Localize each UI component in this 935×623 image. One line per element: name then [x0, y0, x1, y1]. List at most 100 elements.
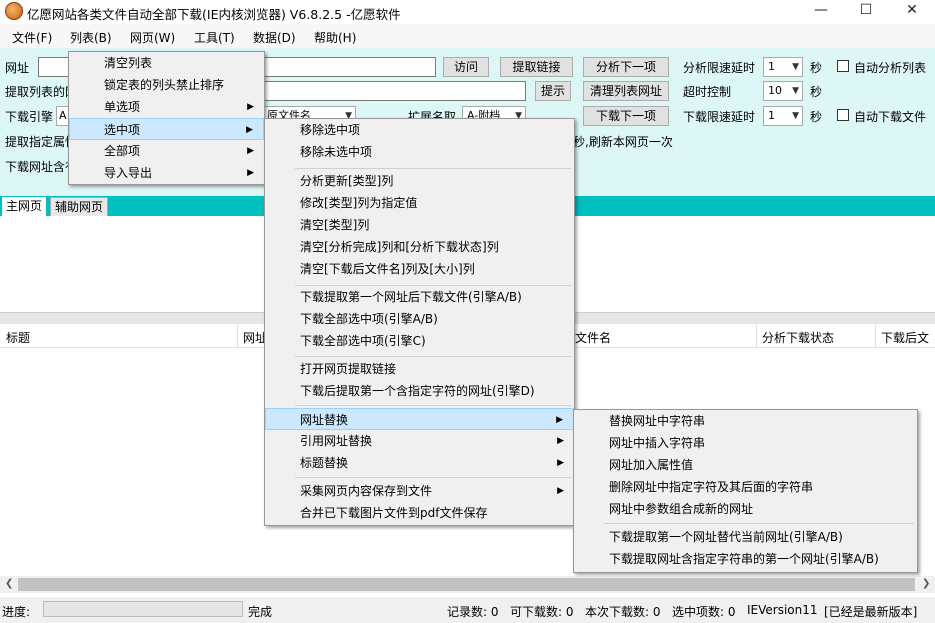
menu-item-clear-list[interactable]: 清空列表 — [69, 52, 264, 74]
menu-webpage[interactable]: 网页(W) — [130, 29, 175, 46]
menu-help[interactable]: 帮助(H) — [314, 29, 356, 46]
timeout-value: 10 — [768, 84, 782, 97]
extract-links-button[interactable]: 提取链接 — [500, 57, 573, 77]
menu-item-combine-params[interactable]: 网址中参数组合成新的网址 — [574, 498, 917, 520]
latest-version-status: [已经是最新版本] — [824, 605, 918, 619]
menu-list[interactable]: 列表(B) — [70, 29, 112, 46]
menu-item-clear-filename[interactable]: 清空[下载后文件名]列及[大小]列 — [265, 258, 574, 280]
hint-button[interactable]: 提示 — [535, 81, 571, 101]
chevron-down-icon: ▼ — [792, 62, 799, 72]
menu-item-remove-selected[interactable]: 移除选中项 — [265, 119, 574, 141]
menu-item-label: 导入导出 — [104, 166, 153, 180]
auto-download-checkbox[interactable] — [837, 109, 849, 121]
extract-attr-label: 提取指定属性 — [5, 135, 78, 149]
menu-separator — [295, 356, 571, 357]
analyze-delay-label: 分析限速延时 — [683, 61, 756, 75]
menu-item-clear-type[interactable]: 清空[类型]列 — [265, 214, 574, 236]
column-status[interactable]: 分析下载状态 — [762, 329, 834, 346]
submenu-arrow-icon: ▶ — [247, 168, 254, 178]
menu-item-merge-pdf[interactable]: 合并已下载图片文件到pdf文件保存 — [265, 502, 574, 524]
seconds-label: 秒 — [810, 110, 823, 124]
menu-item-label: 选中项 — [104, 123, 141, 137]
menu-item-all[interactable]: 全部项 ▶ — [69, 140, 264, 162]
refresh-label: 秒,刷新本网页一次 — [573, 135, 673, 149]
download-delay-label: 下载限速延时 — [683, 110, 756, 124]
menu-item-url-replace[interactable]: 网址替换 ▶ — [265, 408, 574, 430]
menu-item-modify-type[interactable]: 修改[类型]列为指定值 — [265, 192, 574, 214]
menu-item-label: 单选项 — [104, 100, 141, 114]
menu-item-first-url-containing[interactable]: 下载提取网址含指定字符串的第一个网址(引擎A/B) — [574, 548, 917, 570]
menu-item-insert-string[interactable]: 网址中插入字符串 — [574, 432, 917, 454]
menu-item-single[interactable]: 单选项 ▶ — [69, 96, 264, 118]
submenu-arrow-icon: ▶ — [557, 486, 564, 496]
menu-item-replace-string[interactable]: 替换网址中字符串 — [574, 410, 917, 432]
menu-item-label: 网址替换 — [300, 413, 349, 427]
extract-list-input[interactable] — [262, 81, 526, 101]
selected-count: 选中项数: 0 — [672, 605, 736, 619]
menu-item-label: 标题替换 — [300, 456, 349, 470]
timeout-select[interactable]: 10 ▼ — [763, 81, 803, 101]
menu-item-extract-contains[interactable]: 下载后提取第一个含指定字符的网址(引擎D) — [265, 380, 574, 402]
submenu-arrow-icon: ▶ — [557, 436, 564, 446]
column-downloaded-file[interactable]: 下载后文 — [881, 329, 929, 346]
auto-analyze-checkbox[interactable] — [837, 60, 849, 72]
ie-version: IEVersion11 — [747, 603, 818, 617]
menu-item-open-extract[interactable]: 打开网页提取链接 — [265, 358, 574, 380]
menu-tools[interactable]: 工具(T) — [194, 29, 235, 46]
analyze-delay-select[interactable]: 1 ▼ — [763, 57, 803, 77]
submenu-arrow-icon: ▶ — [247, 146, 254, 156]
close-button[interactable]: ✕ — [889, 0, 935, 22]
auto-analyze-label: 自动分析列表 — [854, 61, 927, 75]
visit-button[interactable]: 访问 — [443, 57, 489, 77]
extract-list-label: 提取列表的网 — [5, 85, 78, 99]
analyze-delay-value: 1 — [768, 60, 775, 73]
download-delay-value: 1 — [768, 109, 775, 122]
chevron-down-icon: ▼ — [792, 86, 799, 96]
url-label: 网址 — [5, 61, 30, 75]
chevron-down-icon: ▼ — [792, 111, 799, 121]
column-filename[interactable]: 文件名 — [575, 329, 611, 346]
minimize-button[interactable]: — — [798, 0, 844, 22]
submenu-arrow-icon: ▶ — [557, 458, 564, 468]
download-delay-select[interactable]: 1 ▼ — [763, 106, 803, 126]
seconds-label: 秒 — [810, 61, 823, 75]
column-title[interactable]: 标题 — [6, 329, 30, 346]
menu-item-lock-header[interactable]: 锁定表的列头禁止排序 — [69, 74, 264, 96]
progress-label: 进度: — [2, 605, 31, 619]
menu-file[interactable]: 文件(F) — [12, 29, 52, 46]
menu-item-replace-current-url[interactable]: 下载提取第一个网址替代当前网址(引擎A/B) — [574, 526, 917, 548]
download-next-button[interactable]: 下载下一项 — [583, 106, 669, 126]
maximize-button[interactable]: ☐ — [843, 0, 889, 22]
menu-item-remove-unselected[interactable]: 移除未选中项 — [265, 141, 574, 163]
downloadable-count: 可下载数: 0 — [510, 605, 574, 619]
menu-data[interactable]: 数据(D) — [253, 29, 296, 46]
submenu-arrow-icon: ▶ — [246, 125, 253, 135]
scroll-left-icon[interactable]: ❮ — [5, 578, 13, 589]
menu-item-selected[interactable]: 选中项 ▶ — [69, 118, 264, 140]
auto-download-label: 自动下载文件 — [854, 110, 927, 124]
menu-item-download-first-url[interactable]: 下载提取第一个网址后下载文件(引擎A/B) — [265, 286, 574, 308]
menu-item-clear-analysis[interactable]: 清空[分析完成]列和[分析下载状态]列 — [265, 236, 574, 258]
menu-item-import-export[interactable]: 导入导出 ▶ — [69, 162, 264, 184]
menu-separator — [295, 405, 571, 406]
tab-aux-page[interactable]: 辅助网页 — [50, 197, 109, 216]
menu-item-download-all-c[interactable]: 下载全部选中项(引擎C) — [265, 330, 574, 352]
menu-item-title-replace[interactable]: 标题替换 ▶ — [265, 452, 574, 474]
scroll-right-icon[interactable]: ❯ — [922, 578, 930, 589]
timeout-label: 超时控制 — [683, 85, 732, 99]
analyze-next-button[interactable]: 分析下一项 — [583, 57, 669, 77]
menu-item-label: 引用网址替换 — [300, 434, 373, 448]
submenu-arrow-icon: ▶ — [556, 415, 563, 425]
menu-item-analyze-type[interactable]: 分析更新[类型]列 — [265, 170, 574, 192]
menu-item-delete-after-char[interactable]: 删除网址中指定字符及其后面的字符串 — [574, 476, 917, 498]
download-contains-label: 下载网址含有 — [5, 160, 78, 174]
menu-item-save-content[interactable]: 采集网页内容保存到文件 ▶ — [265, 480, 574, 502]
scrollbar-thumb[interactable] — [18, 578, 915, 591]
clean-list-urls-button[interactable]: 清理列表网址 — [583, 81, 669, 101]
menu-item-download-all-ab[interactable]: 下载全部选中项(引擎A/B) — [265, 308, 574, 330]
menu-item-label: 采集网页内容保存到文件 — [300, 484, 433, 498]
menu-item-add-attribute[interactable]: 网址加入属性值 — [574, 454, 917, 476]
menu-item-ref-url-replace[interactable]: 引用网址替换 ▶ — [265, 430, 574, 452]
tab-main-page[interactable]: 主网页 — [2, 197, 47, 216]
menu-separator — [295, 477, 571, 478]
